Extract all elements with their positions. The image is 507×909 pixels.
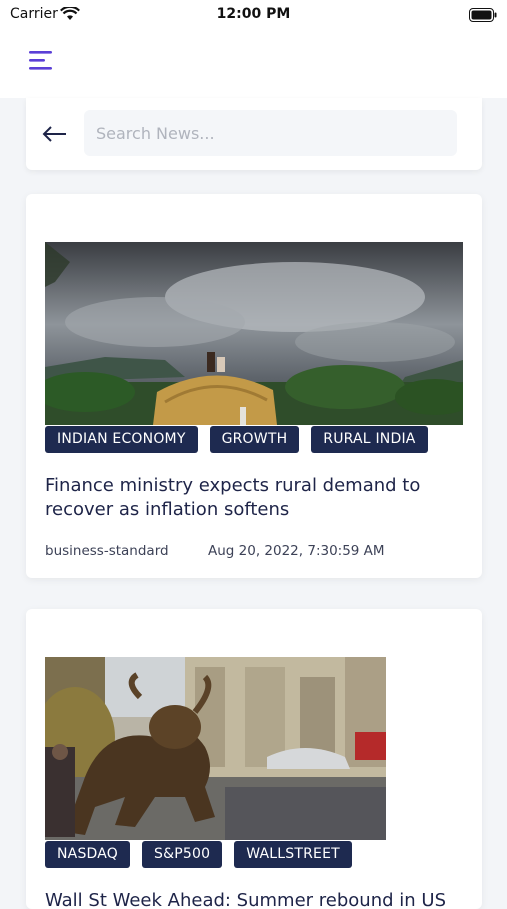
tag[interactable]: RURAL INDIA bbox=[311, 426, 428, 453]
tag[interactable]: NASDAQ bbox=[45, 841, 131, 868]
article-source: business-standard bbox=[45, 543, 169, 559]
article-title[interactable]: Wall St Week Ahead: Summer rebound in US bbox=[45, 889, 463, 909]
arrow-left-icon[interactable] bbox=[42, 125, 68, 147]
news-card[interactable]: NASDAQ S&P500 WALLSTREET Wall St Week Ah… bbox=[26, 609, 482, 909]
app-header bbox=[0, 32, 507, 98]
clock: 12:00 PM bbox=[216, 6, 291, 22]
news-card[interactable]: INDIAN ECONOMY GROWTH RURAL INDIA Financ… bbox=[26, 194, 482, 578]
article-date: Aug 20, 2022, 7:30:59 AM bbox=[208, 543, 385, 559]
hamburger-menu-icon[interactable] bbox=[29, 50, 53, 74]
status-bar: Carrier 12:00 PM bbox=[0, 0, 507, 32]
tag-list: NASDAQ S&P500 WALLSTREET bbox=[45, 841, 364, 868]
tag[interactable]: WALLSTREET bbox=[234, 841, 352, 868]
tag[interactable]: S&P500 bbox=[142, 841, 223, 868]
tag-list: INDIAN ECONOMY GROWTH RURAL INDIA bbox=[45, 426, 440, 453]
search-bar bbox=[26, 98, 482, 170]
news-image[interactable] bbox=[45, 657, 386, 840]
article-title[interactable]: Finance ministry expects rural demand to… bbox=[45, 474, 463, 522]
news-image[interactable] bbox=[45, 242, 463, 425]
search-input[interactable] bbox=[84, 110, 457, 156]
tag[interactable]: GROWTH bbox=[209, 426, 300, 453]
battery-icon bbox=[469, 7, 497, 26]
tag[interactable]: INDIAN ECONOMY bbox=[45, 426, 198, 453]
